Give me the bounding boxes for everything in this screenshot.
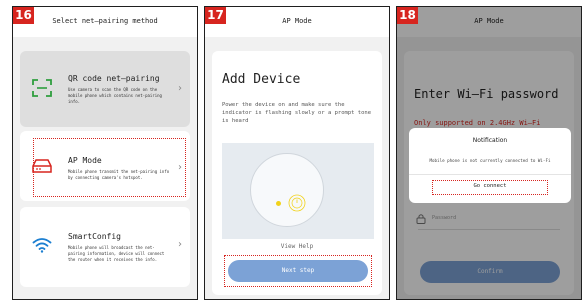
power-button-icon	[288, 194, 306, 212]
method-title: QR code net—pairing	[68, 74, 160, 83]
view-help-link[interactable]: View Help	[212, 243, 382, 250]
card-heading: Add Device	[222, 72, 301, 87]
add-device-card: Add Device Power the device on and make …	[212, 51, 382, 295]
method-qr-code[interactable]: QR code net—pairing Use camera to scan t…	[20, 51, 190, 127]
instruction-text: Power the device on and make sure the in…	[222, 102, 372, 124]
chevron-right-icon: ›	[178, 83, 182, 94]
device-illustration	[222, 143, 374, 239]
notification-dialog: Notification Mobile phone is not current…	[409, 128, 571, 203]
header: ‹ Select net—pairing method	[13, 7, 197, 37]
screen-enter-wifi-password: 18 ‹ AP Mode Enter Wi—Fi password Only s…	[396, 6, 582, 300]
screen-select-pairing-method: 16 ‹ Select net—pairing method QR code n…	[12, 6, 198, 300]
step-badge: 18	[397, 7, 418, 24]
method-smartconfig[interactable]: SmartConfig Mobile phone will broadcast …	[20, 207, 190, 287]
divider	[409, 174, 571, 175]
indicator-light	[276, 201, 281, 206]
step-badge: 17	[205, 7, 226, 24]
header: ‹ AP Mode	[205, 7, 389, 37]
dialog-message: Mobile phone is not currently connected …	[429, 158, 551, 163]
qr-scan-icon	[32, 79, 52, 97]
camera-body	[250, 153, 324, 227]
method-description: Use camera to scan the QR code on the mo…	[68, 87, 162, 104]
chevron-right-icon: ›	[178, 239, 182, 250]
screen-ap-mode-add-device: 17 ‹ AP Mode Add Device Power the device…	[204, 6, 390, 300]
wifi-icon	[32, 238, 52, 253]
method-title: SmartConfig	[68, 232, 121, 241]
canvas: 16 ‹ Select net—pairing method QR code n…	[0, 0, 584, 302]
highlight-frame	[33, 138, 186, 197]
step-badge: 16	[13, 7, 34, 24]
page-title: Select net—pairing method	[52, 17, 158, 25]
highlight-frame	[432, 180, 548, 195]
highlight-frame	[224, 255, 372, 287]
method-description: Mobile phone will broadcast the net-pair…	[68, 245, 165, 262]
dialog-title: Notification	[472, 137, 508, 144]
page-title: AP Mode	[282, 17, 312, 25]
